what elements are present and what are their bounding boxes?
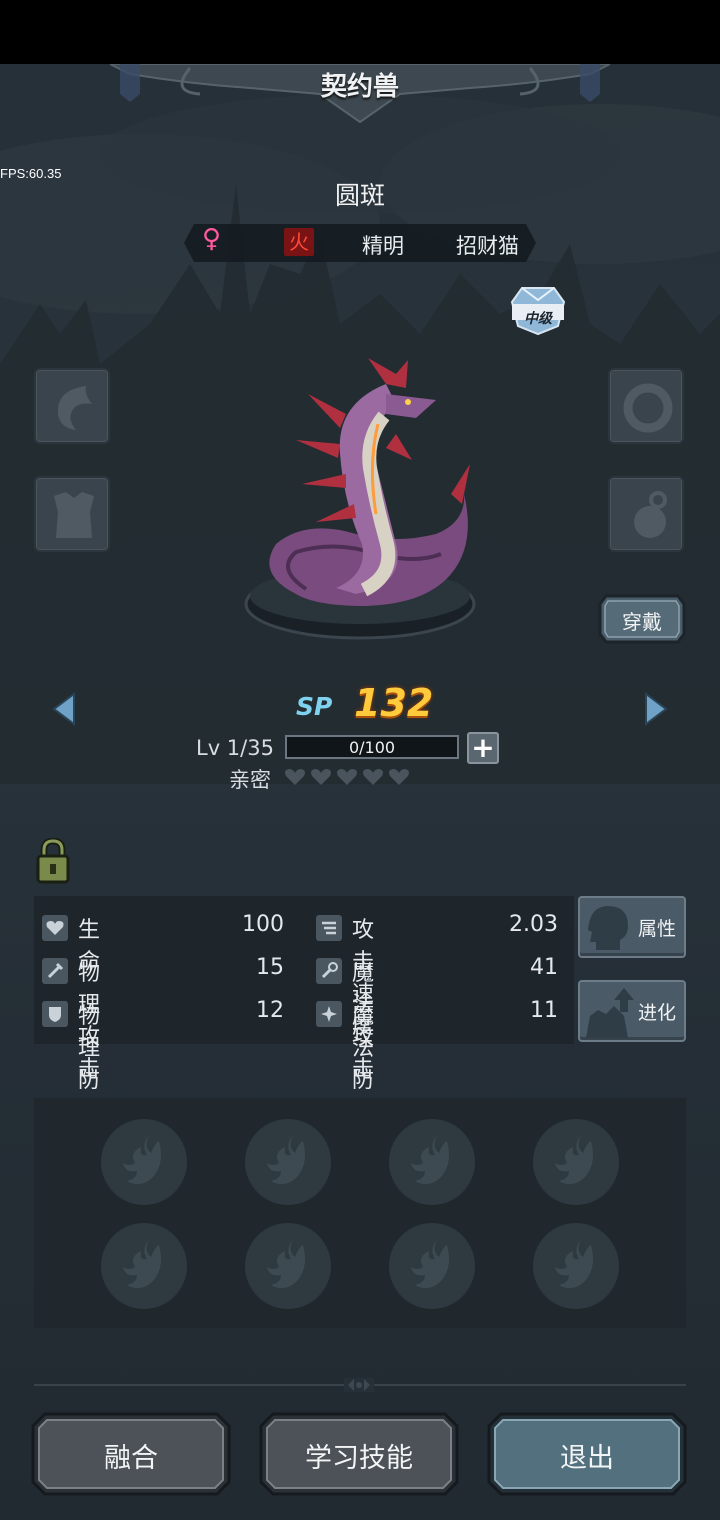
equip-slot-ring[interactable] [608, 368, 684, 444]
page-title: 契约兽 [320, 72, 399, 102]
flame-skill-icon [411, 1239, 449, 1289]
wear-button-label: 穿戴 [622, 610, 662, 634]
flame-skill-icon [555, 1239, 593, 1289]
fuse-button-label: 融合 [104, 1443, 158, 1474]
skill-slot[interactable] [533, 1119, 619, 1205]
stat-value: 15 [256, 955, 284, 980]
exit-button[interactable]: 退出 [487, 1412, 687, 1496]
stat-value: 2.03 [509, 912, 558, 937]
skill-slot[interactable] [101, 1223, 187, 1309]
trait-label: 招财猫 [456, 234, 519, 258]
attributes-button-label: 属性 [638, 918, 677, 940]
lock-icon[interactable] [36, 838, 70, 884]
exp-bar: 0/100 [285, 735, 459, 759]
wand-icon [316, 958, 342, 984]
sp-label: SP [296, 692, 333, 721]
level-label: Lv 1/35 [196, 736, 274, 760]
intimacy-label: 亲密 [229, 768, 271, 792]
attributes-button[interactable]: 属性 [578, 896, 686, 958]
divider-ornament-icon [344, 1378, 374, 1392]
skill-slot[interactable] [389, 1119, 475, 1205]
shield-icon [42, 1001, 68, 1027]
plus-icon: + [471, 731, 495, 764]
heart-icon [337, 769, 357, 785]
heart-icon [363, 769, 383, 785]
heart-icon [42, 915, 68, 941]
skill-slot[interactable] [389, 1223, 475, 1309]
bell-slot-icon [634, 491, 667, 538]
pet-name: 圆斑 [334, 181, 385, 210]
evolve-button-label: 进化 [638, 1002, 677, 1024]
flame-skill-icon [267, 1135, 305, 1185]
add-exp-button[interactable]: + [467, 731, 499, 764]
skills-panel [34, 1098, 686, 1328]
armor-slot-icon [54, 492, 94, 538]
intimacy-hearts [284, 767, 414, 791]
flame-skill-icon [123, 1135, 161, 1185]
equip-slot-horn[interactable] [34, 368, 110, 444]
next-pet-arrow-icon[interactable] [644, 692, 670, 726]
trait-label: 精明 [362, 234, 404, 258]
stat-value: 41 [530, 955, 558, 980]
head-profile-icon [588, 906, 628, 950]
pet-creature-image [244, 358, 476, 640]
flame-skill-icon [123, 1239, 161, 1289]
horn-slot-icon [57, 386, 92, 430]
sword-icon [42, 958, 68, 984]
element-badge: 火 [284, 228, 314, 256]
equip-slot-bell[interactable] [608, 476, 684, 552]
heart-icon [389, 769, 409, 785]
gender-female-icon: ♀ [202, 224, 222, 254]
flame-skill-icon [555, 1135, 593, 1185]
equip-slot-armor[interactable] [34, 476, 110, 552]
wear-button[interactable]: 穿戴 [598, 594, 686, 644]
prev-pet-arrow-icon[interactable] [50, 692, 76, 726]
skill-slot[interactable] [533, 1223, 619, 1309]
heart-icon [285, 769, 305, 785]
stat-value: 11 [530, 998, 558, 1023]
learn-skill-button-label: 学习技能 [305, 1443, 413, 1474]
skill-slot[interactable] [245, 1119, 331, 1205]
flame-skill-icon [411, 1135, 449, 1185]
skill-slot[interactable] [101, 1119, 187, 1205]
magic-shield-icon [316, 1001, 342, 1027]
exit-button-label: 退出 [560, 1443, 614, 1474]
stat-value: 12 [256, 998, 284, 1023]
speed-icon [316, 915, 342, 941]
stat-value: 100 [242, 912, 284, 937]
fuse-button[interactable]: 融合 [31, 1412, 231, 1496]
learn-skill-button[interactable]: 学习技能 [259, 1412, 459, 1496]
flame-skill-icon [267, 1239, 305, 1289]
trait-bar: ♀ 火 精明 招财猫 [182, 222, 538, 264]
evolve-button[interactable]: 进化 [578, 980, 686, 1042]
ring-slot-icon [623, 383, 673, 433]
rank-label: 中级 [524, 311, 552, 327]
skill-slot[interactable] [245, 1223, 331, 1309]
pet-screen: 契约兽 FPS:60.35 圆斑 ♀ 火 精明 招财猫 中级 穿戴 SP 132… [0, 64, 720, 1520]
evolve-icon [586, 988, 634, 1038]
sp-value: 132 [354, 681, 434, 725]
stats-panel: 生 命 100 攻击速度 2.03 物理攻击 15 魔法攻击 41 物理防御 1… [34, 896, 574, 1125]
heart-icon [311, 769, 331, 785]
exp-text: 0/100 [348, 738, 396, 757]
